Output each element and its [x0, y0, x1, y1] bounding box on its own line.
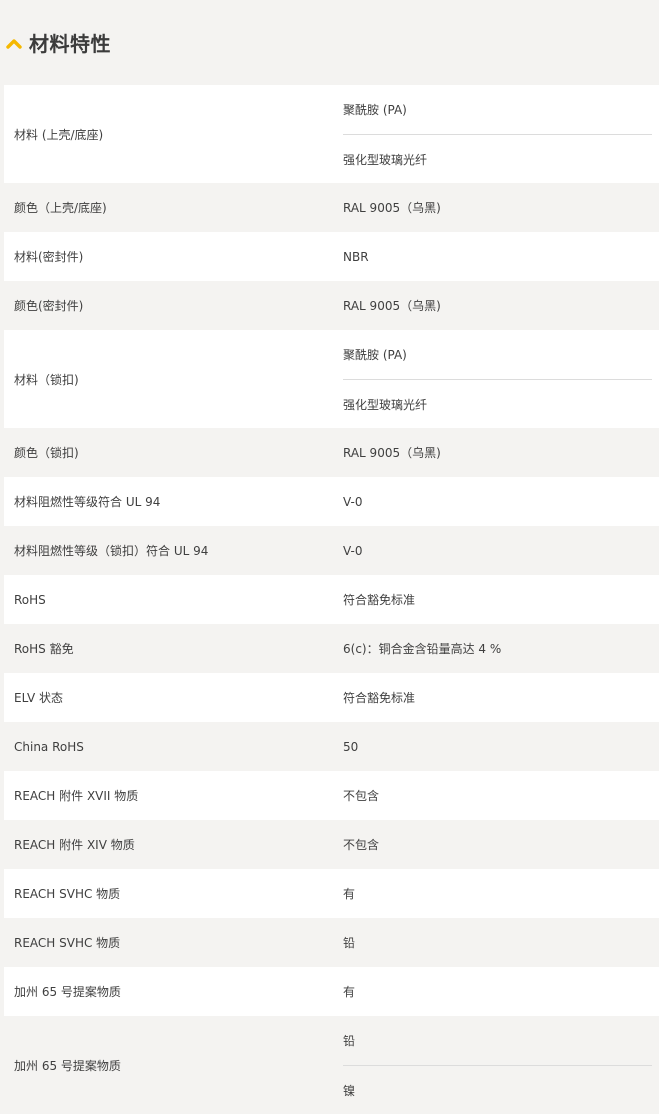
- table-row: REACH SVHC 物质 铅: [4, 918, 659, 967]
- row-key: 加州 65 号提案物质: [14, 1058, 121, 1073]
- row-key: 颜色(密封件): [14, 299, 84, 313]
- table-row: 颜色（上壳/底座) RAL 9005（乌黑): [4, 183, 659, 232]
- row-key: ELV 状态: [14, 691, 63, 705]
- row-value: 铅: [343, 936, 356, 950]
- row-value: 符合豁免标准: [343, 593, 416, 607]
- row-key: 颜色（上壳/底座): [14, 201, 107, 215]
- table-row: 材料(密封件) NBR: [4, 232, 659, 281]
- table-row: REACH SVHC 物质 有: [4, 869, 659, 918]
- row-value: 强化型玻璃光纤: [343, 379, 652, 428]
- row-value: 有: [343, 887, 356, 901]
- row-value: 聚酰胺 (PA): [343, 103, 407, 117]
- row-value: 镍: [343, 1065, 652, 1114]
- row-key: 颜色（锁扣): [14, 446, 79, 460]
- table-row: ELV 状态 符合豁免标准: [4, 673, 659, 722]
- row-value: 不包含: [343, 838, 380, 852]
- table-row: 材料（锁扣) 聚酰胺 (PA) 强化型玻璃光纤: [4, 330, 659, 428]
- section-title: 材料特性: [29, 32, 111, 56]
- row-key: 材料（锁扣): [14, 372, 79, 387]
- section-header[interactable]: 材料特性: [0, 0, 659, 85]
- row-value: 强化型玻璃光纤: [343, 134, 652, 183]
- row-key: REACH 附件 XVII 物质: [14, 789, 139, 803]
- row-value: RAL 9005（乌黑): [343, 446, 441, 460]
- row-key: 材料 (上壳/底座): [14, 127, 104, 142]
- row-key: 材料阻燃性等级（锁扣）符合 UL 94: [14, 544, 209, 558]
- row-key: REACH 附件 XIV 物质: [14, 838, 135, 852]
- row-value: RAL 9005（乌黑): [343, 201, 441, 215]
- table-row: 颜色（锁扣) RAL 9005（乌黑): [4, 428, 659, 477]
- table-row: 加州 65 号提案物质 有: [4, 967, 659, 1016]
- table-row: 加州 65 号提案物质 铅 镍: [4, 1016, 659, 1114]
- row-key: 材料阻燃性等级符合 UL 94: [14, 495, 161, 509]
- table-row: 材料阻燃性等级符合 UL 94 V-0: [4, 477, 659, 526]
- row-key: China RoHS: [14, 739, 84, 754]
- row-value: 50: [343, 739, 359, 754]
- row-value: RAL 9005（乌黑): [343, 299, 441, 313]
- table-row: RoHS 符合豁免标准: [4, 575, 659, 624]
- row-key: 加州 65 号提案物质: [14, 985, 121, 999]
- row-value: 铅: [343, 1034, 356, 1048]
- row-value: V-0: [343, 543, 363, 558]
- row-value: V-0: [343, 494, 363, 509]
- table-row: RoHS 豁免 6(c)：铜合金含铅量高达 4 %: [4, 624, 659, 673]
- row-value: 6(c)：铜合金含铅量高达 4 %: [343, 642, 502, 656]
- chevron-up-icon[interactable]: [6, 37, 22, 49]
- row-value: NBR: [343, 249, 369, 264]
- row-key: RoHS: [14, 592, 46, 607]
- table-row: 材料 (上壳/底座) 聚酰胺 (PA) 强化型玻璃光纤: [4, 85, 659, 183]
- row-value: 聚酰胺 (PA): [343, 348, 407, 362]
- row-key: REACH SVHC 物质: [14, 887, 121, 901]
- table-row: China RoHS 50: [4, 722, 659, 771]
- row-key: RoHS 豁免: [14, 642, 74, 656]
- table-row: REACH 附件 XIV 物质 不包含: [4, 820, 659, 869]
- table-row: REACH 附件 XVII 物质 不包含: [4, 771, 659, 820]
- table-row: 材料阻燃性等级（锁扣）符合 UL 94 V-0: [4, 526, 659, 575]
- row-key: REACH SVHC 物质: [14, 936, 121, 950]
- properties-table: 材料 (上壳/底座) 聚酰胺 (PA) 强化型玻璃光纤 颜色（上壳/底座) RA…: [4, 85, 659, 1114]
- row-value: 不包含: [343, 789, 380, 803]
- table-row: 颜色(密封件) RAL 9005（乌黑): [4, 281, 659, 330]
- row-value: 符合豁免标准: [343, 691, 416, 705]
- row-value: 有: [343, 985, 356, 999]
- row-key: 材料(密封件): [14, 250, 84, 264]
